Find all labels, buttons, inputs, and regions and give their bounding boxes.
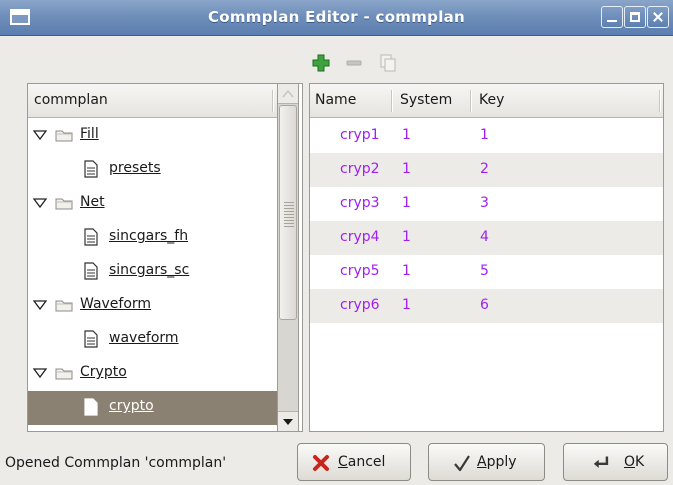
tree-node-crypto[interactable]: crypto <box>28 391 277 425</box>
cell-key: 4 <box>480 229 489 245</box>
cell-system: 1 <box>402 161 411 177</box>
cell-system: 1 <box>402 297 411 313</box>
commplan-editor-window: Commplan Editor - commplan commplan Fill <box>0 0 673 485</box>
cell-system: 1 <box>402 229 411 245</box>
tree-node-net[interactable]: Net <box>28 187 277 221</box>
enter-arrow-icon <box>593 456 609 468</box>
expander-open-icon[interactable] <box>33 129 47 141</box>
tree-node-crypto-folder[interactable]: Crypto <box>28 357 277 391</box>
checkmark-icon <box>454 455 470 472</box>
cell-key: 1 <box>480 127 489 143</box>
cell-name: cryp1 <box>340 127 380 143</box>
folder-icon <box>55 198 73 210</box>
tree-node-presets[interactable]: presets <box>28 153 277 187</box>
document-icon <box>84 262 98 280</box>
table-header: Name System Key <box>310 84 663 118</box>
remove-icon[interactable] <box>345 54 363 72</box>
column-separator <box>470 90 472 112</box>
apply-button[interactable]: Apply <box>428 443 545 481</box>
document-icon <box>84 330 98 348</box>
copy-icon[interactable] <box>379 54 397 72</box>
folder-icon <box>55 130 73 142</box>
table-row[interactable]: cryp5 1 5 <box>310 255 663 289</box>
table-row[interactable]: cryp4 1 4 <box>310 221 663 255</box>
arrow-down-icon <box>283 419 293 425</box>
column-header-system[interactable]: System <box>400 92 452 108</box>
add-icon[interactable] <box>312 54 330 72</box>
scroll-grip <box>284 202 294 228</box>
tree-node-label: waveform <box>109 330 179 346</box>
column-separator <box>659 90 661 112</box>
tree-node-fill[interactable]: Fill <box>28 119 277 153</box>
document-icon <box>84 398 98 416</box>
folder-icon <box>55 300 73 312</box>
cell-name: cryp2 <box>340 161 380 177</box>
column-separator <box>272 90 274 112</box>
document-icon <box>84 160 98 178</box>
scroll-down-button[interactable] <box>278 411 298 431</box>
ok-button[interactable]: OK <box>563 443 668 481</box>
tree-node-label: sincgars_sc <box>109 262 190 278</box>
tree-node-label: Crypto <box>80 364 127 380</box>
cell-key: 3 <box>480 195 489 211</box>
tree-node-label: Net <box>80 194 105 210</box>
column-header-key[interactable]: Key <box>479 92 504 108</box>
cell-name: cryp4 <box>340 229 380 245</box>
cell-key: 6 <box>480 297 489 313</box>
expander-open-icon[interactable] <box>33 299 47 311</box>
tree-node-waveform[interactable]: waveform <box>28 323 277 357</box>
tree-node-label: crypto <box>109 398 154 414</box>
cell-name: cryp3 <box>340 195 380 211</box>
tree-node-sincgars-fh[interactable]: sincgars_fh <box>28 221 277 255</box>
tree-node-label: Waveform <box>80 296 152 312</box>
apply-button-label: Apply <box>477 454 517 470</box>
maximize-button[interactable] <box>624 6 646 28</box>
tree-node-sincgars-sc[interactable]: sincgars_sc <box>28 255 277 289</box>
tree-body: Fill presets Net sincgars_fh sincgars_sc <box>28 119 277 432</box>
table-row[interactable]: cryp2 1 2 <box>310 153 663 187</box>
close-window-button[interactable] <box>647 6 669 28</box>
commplan-tree[interactable]: commplan Fill presets Net sincgars_fh si… <box>27 83 303 432</box>
cell-system: 1 <box>402 127 411 143</box>
cell-name: cryp5 <box>340 263 380 279</box>
document-icon <box>84 228 98 246</box>
arrow-up-icon <box>282 89 294 98</box>
table-row[interactable]: cryp1 1 1 <box>310 119 663 153</box>
cell-system: 1 <box>402 195 411 211</box>
cell-name: cryp6 <box>340 297 380 313</box>
table-row[interactable]: cryp3 1 3 <box>310 187 663 221</box>
folder-icon <box>55 368 73 380</box>
cell-key: 5 <box>480 263 489 279</box>
tree-node-label: presets <box>109 160 161 176</box>
column-header-name[interactable]: Name <box>315 92 356 108</box>
tree-node-label: sincgars_fh <box>109 228 189 244</box>
scroll-up-button[interactable] <box>278 84 298 104</box>
table-row[interactable]: cryp6 1 6 <box>310 289 663 323</box>
cancel-x-icon <box>313 455 329 471</box>
expander-open-icon[interactable] <box>33 197 47 209</box>
column-separator <box>391 90 393 112</box>
cancel-button[interactable]: Cancel <box>297 443 411 481</box>
crypto-key-table[interactable]: Name System Key cryp1 1 1 cryp2 1 2 cryp… <box>309 83 664 432</box>
tree-header-label: commplan <box>34 92 108 108</box>
cell-key: 2 <box>480 161 489 177</box>
cancel-button-label: Cancel <box>338 454 386 470</box>
window-title: Commplan Editor - commplan <box>207 8 466 26</box>
ok-button-label: OK <box>624 454 645 470</box>
tree-node-label: Fill <box>80 126 99 142</box>
status-message: Opened Commplan 'commplan' <box>5 455 227 471</box>
title-bar[interactable]: Commplan Editor - commplan <box>0 0 673 36</box>
tree-scrollbar[interactable] <box>277 83 299 432</box>
expander-open-icon[interactable] <box>33 367 47 379</box>
tree-column-header[interactable]: commplan <box>28 84 277 118</box>
scroll-thumb[interactable] <box>279 105 297 320</box>
minimize-button[interactable] <box>601 6 623 28</box>
cell-system: 1 <box>402 263 411 279</box>
tree-node-waveform-folder[interactable]: Waveform <box>28 289 277 323</box>
